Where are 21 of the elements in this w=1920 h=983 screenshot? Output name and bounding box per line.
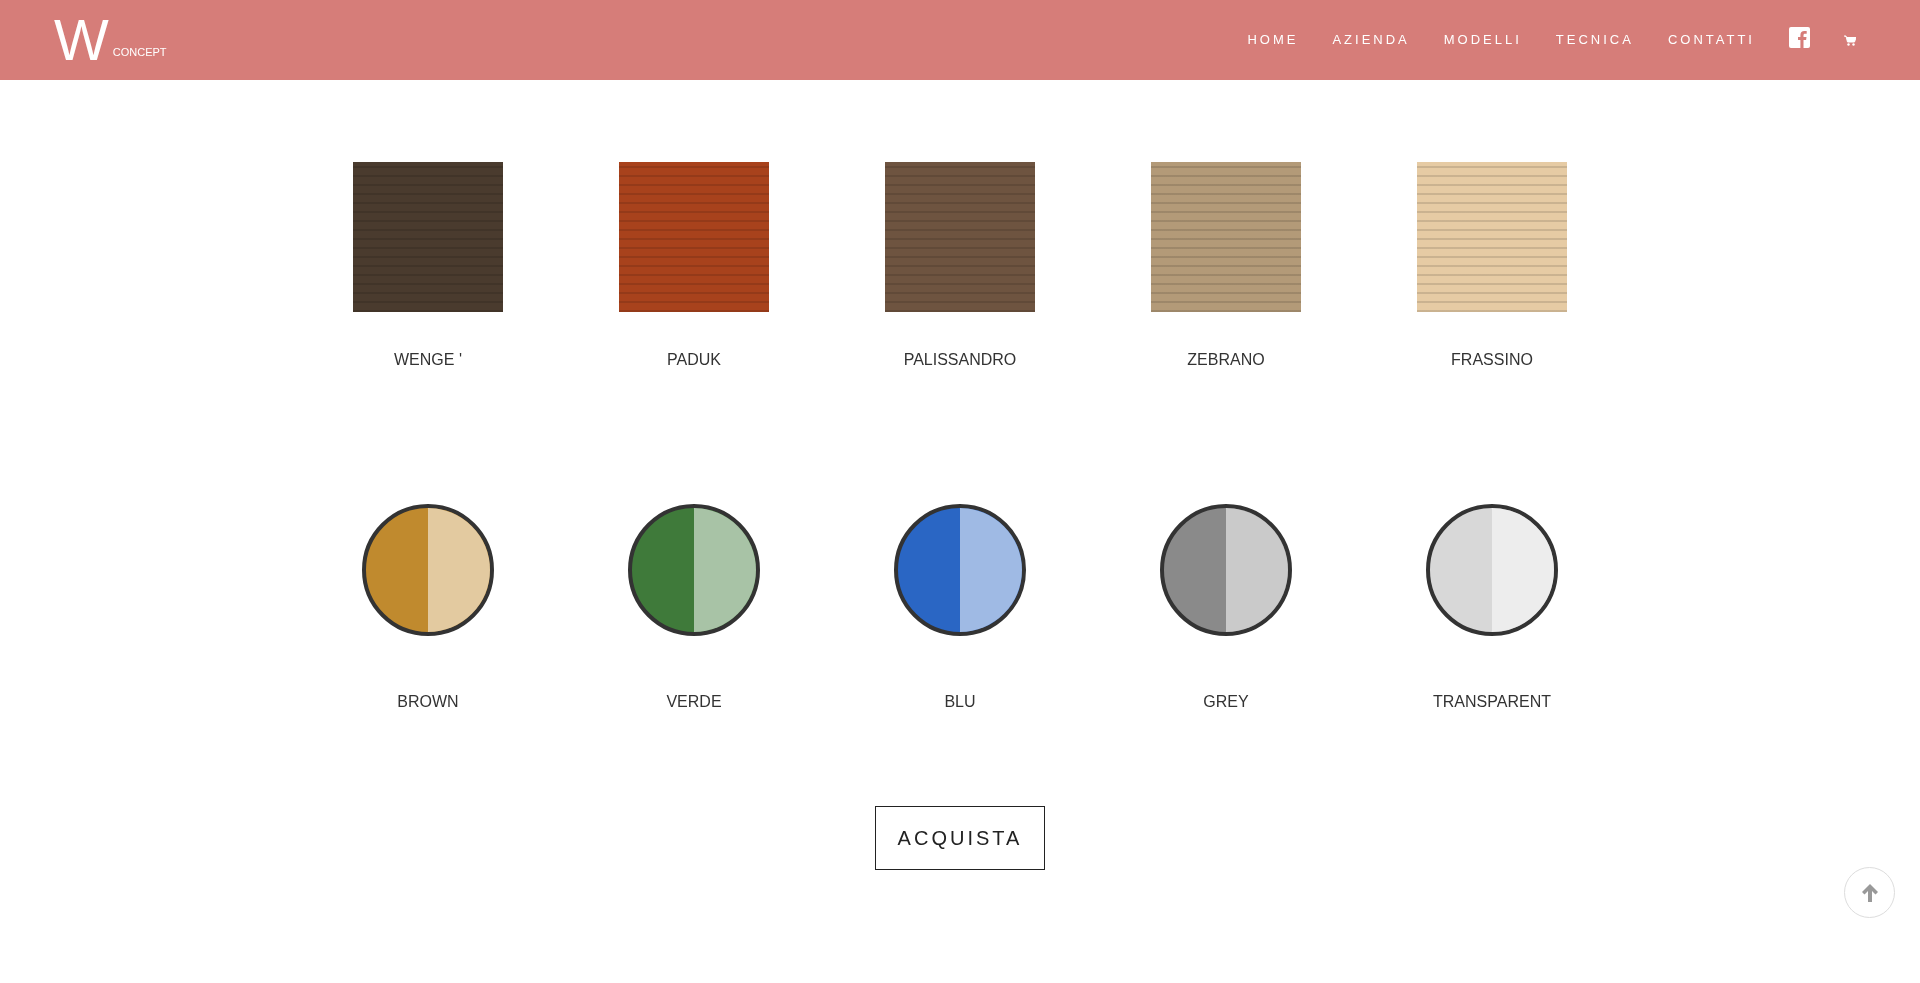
arrow-up-icon (1860, 882, 1879, 903)
wood-label: ZEBRANO (1187, 350, 1265, 370)
glass-label: VERDE (666, 692, 722, 712)
glass-label: TRANSPARENT (1433, 692, 1551, 712)
glass-label: GREY (1203, 692, 1249, 712)
wood-label: PALISSANDRO (903, 350, 1017, 370)
nav-link[interactable]: HOME (1247, 30, 1299, 50)
wood-label: FRASSINO (1451, 350, 1533, 370)
wood-label: WENGE ' (394, 350, 462, 370)
wood-label: PADUK (667, 350, 721, 370)
logo-text: CONCEPT (112, 44, 167, 60)
nav-link[interactable]: TECNICA (1555, 30, 1634, 50)
cart-icon[interactable] (1844, 34, 1856, 46)
nav-link[interactable]: MODELLI (1443, 30, 1522, 50)
glass-label: BLU (944, 692, 976, 712)
nav-link[interactable]: CONTATTI (1667, 30, 1755, 50)
glass-label: BROWN (397, 692, 459, 712)
buy-button[interactable]: ACQUISTA (874, 806, 1046, 870)
nav-link[interactable]: AZIENDA (1332, 30, 1410, 50)
logo-mark[interactable]: W (52, 8, 111, 72)
facebook-icon[interactable] (1789, 26, 1810, 48)
